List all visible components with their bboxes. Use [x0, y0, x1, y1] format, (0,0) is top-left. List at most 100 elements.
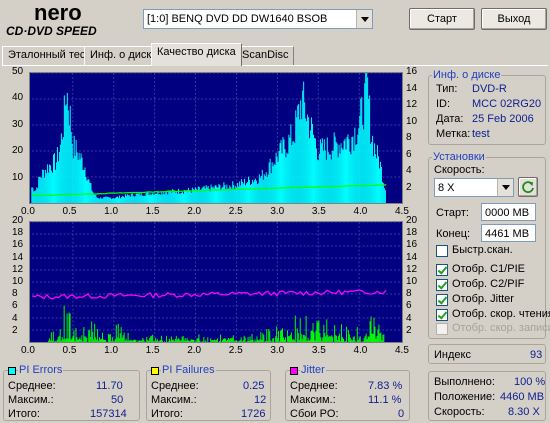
end-label: Конец: — [436, 228, 471, 240]
y-left-tick-label: 12 — [12, 263, 24, 275]
x-tick-label: 2.0 — [187, 206, 202, 217]
index-label: Индекс — [434, 349, 471, 361]
x-tick-label: 3.5 — [311, 206, 326, 217]
done-value: 100 % — [514, 376, 546, 388]
y-right-tick-label: 2 — [406, 181, 412, 193]
refresh-button[interactable] — [518, 177, 538, 197]
show-write-speed-checkbox — [436, 323, 448, 335]
x-tick-label: 4.0 — [353, 206, 368, 217]
y-left-tick-label: 10 — [12, 276, 24, 287]
y-right-tick-label: 4 — [406, 312, 412, 324]
tab-baseline — [2, 65, 548, 66]
show-write-speed-label: Отобр. скор. записи — [452, 322, 550, 334]
pi-failures-title: PI Failures — [161, 364, 216, 376]
logo-line2: CD·DVD SPEED — [6, 24, 97, 38]
x-tick-label: 0.5 — [62, 206, 77, 217]
y-left-tick-label: 16 — [12, 239, 24, 251]
start-button[interactable]: Старт — [409, 8, 475, 30]
pi-failures-chart — [29, 221, 403, 343]
pi-failures-total: 1726 — [241, 408, 266, 420]
x-tick-label: 4.0 — [353, 345, 368, 356]
quick-scan-label: Быстр.скан. — [452, 244, 513, 256]
drive-select[interactable]: [1:0] BENQ DVD DD DW1640 BSOB — [143, 9, 373, 29]
nero-logo: nero CD·DVD SPEED — [6, 2, 97, 38]
y-left-tick-label: 4 — [12, 312, 18, 324]
y-left-tick-label: 10 — [12, 171, 24, 183]
x-tick-label: 2.5 — [228, 345, 243, 356]
pi-errors-total-label: Итого: — [8, 408, 40, 420]
pi-errors-max: 50 — [111, 394, 124, 406]
jitter-title: Jitter — [300, 364, 326, 376]
disc-type-label: Тип: — [436, 83, 458, 95]
refresh-icon — [522, 181, 534, 193]
chevron-down-icon[interactable] — [497, 179, 513, 196]
disc-date-label: Дата: — [436, 113, 464, 125]
pi-errors-swatch — [8, 367, 16, 375]
y-right-tick-label: 12 — [406, 263, 418, 275]
end-field[interactable]: 4461 MB — [481, 224, 536, 242]
tab-benchmark[interactable]: Эталонный тест — [2, 46, 97, 65]
y-right-tick-label: 18 — [406, 227, 418, 239]
pi-errors-chart — [29, 72, 403, 204]
tab-scandisc[interactable]: ScanDisc — [236, 46, 295, 65]
jitter-po: 0 — [398, 408, 405, 420]
y-right-tick-label: 16 — [406, 66, 418, 77]
pi-errors-title: PI Errors — [18, 364, 64, 376]
pi-errors-avg-label: Среднее: — [8, 380, 56, 392]
jitter-po-label: Сбои PO: — [290, 408, 339, 420]
tab-disc-quality[interactable]: Качество диска — [151, 43, 242, 66]
pi-errors-max-label: Максим.: — [8, 394, 54, 406]
x-tick-label: 3.0 — [270, 345, 285, 356]
show-jitter-checkbox[interactable] — [436, 294, 448, 306]
start-label: Старт: — [436, 207, 469, 219]
y-right-tick-label: 16 — [406, 239, 418, 251]
y-left-tick-label: 2 — [12, 324, 18, 336]
y-right-tick-label: 6 — [406, 300, 412, 312]
y-right-tick-label: 2 — [406, 324, 412, 336]
jitter-avg: 7.83 % — [368, 380, 403, 392]
x-tick-label: 4.5 — [395, 345, 409, 356]
y-left-tick-label: 20 — [12, 145, 24, 157]
position-value: 4460 MB — [500, 391, 545, 403]
exit-button[interactable]: Выход — [481, 8, 547, 30]
pi-failures-avg: 0.25 — [243, 380, 265, 392]
x-tick-label: 1.0 — [104, 206, 119, 217]
jitter-swatch — [290, 367, 298, 375]
show-pie-label: Отобр. C1/PIE — [452, 263, 525, 275]
show-pie-checkbox[interactable] — [436, 264, 448, 276]
y-left-tick-label: 20 — [12, 215, 24, 226]
show-read-speed-checkbox[interactable] — [436, 309, 448, 321]
y-right-tick-label: 14 — [406, 251, 418, 263]
show-pif-checkbox[interactable] — [436, 279, 448, 291]
quick-scan-checkbox[interactable] — [436, 245, 448, 257]
jitter-avg-label: Среднее: — [290, 380, 338, 392]
x-tick-label: 0.0 — [21, 345, 35, 356]
y-right-tick-label: 8 — [406, 132, 412, 143]
show-pif-label: Отобр. C2/PIF — [452, 278, 525, 290]
read-speed-label: Скорость: — [434, 406, 485, 418]
position-label: Положение: — [434, 391, 496, 403]
disc-mark-label: Метка: — [436, 128, 471, 140]
speed-label: Скорость: — [434, 164, 485, 176]
read-speed-value: 8.30 X — [508, 406, 540, 418]
show-jitter-label: Отобр. Jitter — [452, 293, 514, 305]
y-left-tick-label: 30 — [12, 118, 24, 130]
x-tick-label: 3.5 — [311, 345, 326, 356]
show-read-speed-label: Отобр. скор. чтения — [452, 308, 550, 320]
pi-failures-avg-label: Среднее: — [151, 380, 199, 392]
disc-id-label: ID: — [436, 98, 451, 110]
speed-select[interactable]: 8 X — [434, 178, 514, 197]
x-tick-label: 1.5 — [145, 345, 160, 356]
pi-failures-max-label: Максим.: — [151, 394, 197, 406]
disc-type-value: DVD-R — [472, 83, 507, 95]
x-tick-label: 1.5 — [145, 206, 160, 217]
chevron-down-icon[interactable] — [356, 10, 372, 28]
y-left-tick-label: 6 — [12, 300, 18, 312]
disc-info-title: Инф. о диске — [432, 69, 502, 81]
y-right-tick-label: 8 — [406, 288, 412, 300]
x-tick-label: 3.0 — [270, 206, 285, 217]
jitter-max-label: Максим.: — [290, 394, 336, 406]
logo-line1: nero — [34, 2, 82, 25]
disc-id-value: MCC 02RG20 — [472, 98, 542, 110]
start-field[interactable]: 0000 MB — [481, 203, 536, 221]
